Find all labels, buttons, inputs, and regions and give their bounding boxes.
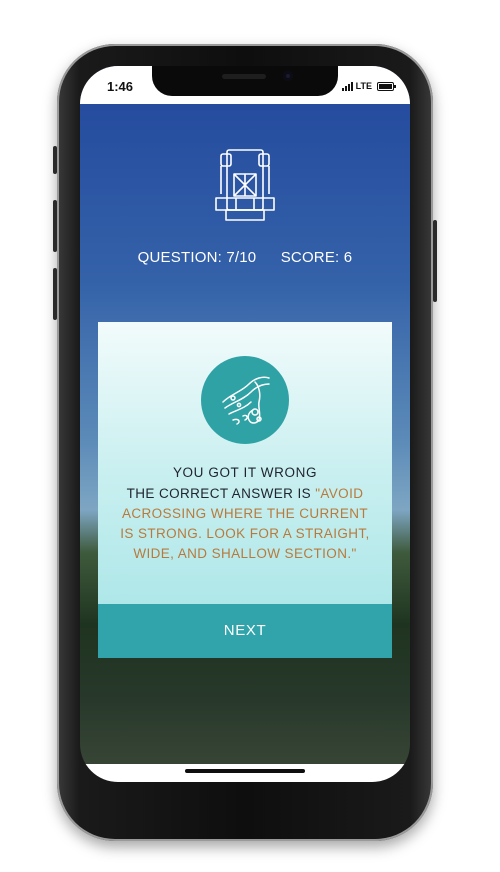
mute-switch: [53, 146, 57, 174]
next-button[interactable]: NEXT: [98, 604, 392, 658]
bottom-safe-area: [80, 764, 410, 782]
volume-up-button: [53, 200, 57, 252]
status-time: 1:46: [107, 79, 134, 94]
volume-down-button: [53, 268, 57, 320]
power-button: [433, 220, 437, 302]
river-crossing-icon: [201, 356, 289, 444]
network-label: LTE: [355, 81, 372, 91]
front-camera: [283, 71, 293, 81]
signal-icon: [341, 81, 353, 91]
question-counter: QUESTION: 7/10: [137, 249, 257, 266]
backpack-icon: [212, 146, 278, 224]
score-counter: SCORE: 6: [280, 249, 353, 266]
battery-icon: [377, 81, 396, 91]
answer-prefix: THE CORRECT ANSWER IS: [126, 486, 316, 501]
result-message: THE CORRECT ANSWER IS "AVOID ACROSSING W…: [116, 484, 374, 564]
speaker-grille: [222, 74, 266, 79]
app-screen: 1:46 LTE QUESTION: 7/10 SCORE: 6 YOU GOT…: [80, 66, 410, 782]
notch: [152, 66, 338, 96]
result-card: YOU GOT IT WRONG THE CORRECT ANSWER IS "…: [98, 322, 392, 658]
quiz-progress: QUESTION: 7/10 SCORE: 6: [80, 249, 410, 266]
home-indicator[interactable]: [185, 769, 305, 773]
result-title: YOU GOT IT WRONG: [172, 465, 318, 480]
status-indicators: LTE: [341, 81, 396, 91]
